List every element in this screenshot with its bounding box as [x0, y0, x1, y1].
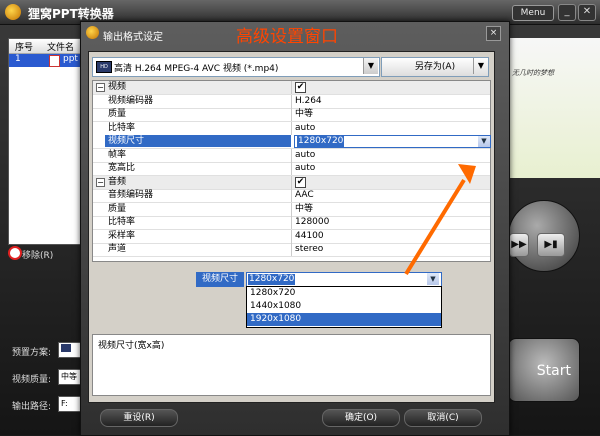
preset-value: 高清 H.264 MPEG-4 AVC 视频 (*.mp4): [114, 64, 279, 74]
property-category-row[interactable]: − 视频 ✔: [93, 81, 490, 95]
property-name: 宽高比: [108, 163, 136, 173]
size-option[interactable]: 1440x1080: [247, 300, 441, 313]
size-option[interactable]: 1280x720: [247, 287, 441, 300]
col-filename-header[interactable]: 文件名: [47, 40, 74, 53]
ppt-file-icon: [49, 55, 60, 67]
column-divider: [291, 121, 292, 135]
property-row[interactable]: 质量 中等: [93, 108, 490, 122]
property-value[interactable]: auto: [295, 149, 315, 162]
column-divider: [291, 243, 292, 256]
enable-checkbox[interactable]: ✔: [295, 176, 306, 188]
preview-area: [508, 38, 600, 178]
property-name: 视频编码器: [108, 95, 154, 106]
path-label: 输出路径:: [12, 402, 52, 412]
chevron-down-icon[interactable]: ▼: [478, 136, 490, 147]
column-divider: [291, 229, 292, 243]
zoom-size-value: 1280x720: [248, 274, 296, 285]
column-divider: [291, 94, 292, 108]
annotation-label: 高级设置窗口: [236, 27, 338, 47]
collapse-icon[interactable]: −: [96, 83, 105, 92]
property-value[interactable]: stereo: [295, 243, 323, 256]
next-button[interactable]: ▶▮: [537, 233, 565, 257]
arrow-shaft: [404, 178, 466, 276]
dialog-title: 输出格式设定: [103, 32, 163, 43]
cancel-button[interactable]: 取消(C): [404, 409, 482, 427]
size-option-label: 1440x1080: [250, 301, 302, 311]
property-value[interactable]: auto: [295, 122, 315, 135]
arrow-head: [458, 164, 476, 184]
property-name: 视频尺寸: [108, 136, 145, 146]
property-value[interactable]: 44100: [295, 230, 324, 243]
collapse-icon[interactable]: −: [96, 177, 105, 187]
save-as-dropdown-arrow-icon[interactable]: ▼: [473, 58, 488, 74]
reset-button[interactable]: 重设(R): [100, 409, 178, 427]
property-value[interactable]: H.264: [295, 95, 322, 108]
column-divider: [291, 108, 292, 121]
col-index-header[interactable]: 序号: [15, 40, 33, 53]
property-value[interactable]: 中等: [295, 108, 313, 121]
quality-label: 视频质量:: [12, 375, 52, 385]
property-name: 视频: [108, 82, 127, 92]
format-icon: [61, 344, 71, 352]
zoom-size-label: 视频尺寸: [196, 272, 244, 287]
close-button[interactable]: ✕: [578, 4, 596, 21]
size-option-label: 1280x720: [250, 288, 296, 298]
file-list-header: 序号 文件名: [9, 39, 81, 54]
property-name: 音频: [108, 176, 127, 187]
file-list[interactable]: 序号 文件名 1 ppt: [8, 38, 82, 245]
start-button[interactable]: Start: [508, 338, 580, 402]
column-divider: [291, 175, 292, 189]
preview-text: 无几时的梦想: [512, 69, 554, 77]
app-logo-icon: [5, 4, 21, 20]
app-title: 狸窝PPT转换器: [28, 7, 114, 21]
column-divider: [291, 189, 292, 202]
column-divider: [291, 216, 292, 229]
column-divider: [291, 162, 292, 175]
property-row[interactable]: 视频编码器 H.264: [93, 94, 490, 109]
property-name: 比特率: [108, 122, 136, 133]
property-name: 质量: [108, 109, 127, 119]
menu-button[interactable]: Menu: [512, 5, 554, 21]
property-row[interactable]: 视频尺寸 1280x720 ▼: [93, 135, 491, 149]
property-name-selected: 视频尺寸: [105, 135, 291, 147]
property-name: 声道: [108, 244, 127, 254]
size-option-label: 1920x1080: [250, 314, 302, 324]
property-name: 质量: [108, 203, 127, 214]
zoom-size-options[interactable]: 1280x720 1440x1080 1920x1080: [246, 286, 442, 328]
row-filename: ppt: [63, 54, 78, 64]
ok-button[interactable]: 确定(O): [322, 409, 400, 427]
property-row[interactable]: 比特率 auto: [93, 121, 490, 136]
remove-icon: [8, 246, 22, 260]
row-index: 1: [15, 54, 21, 64]
column-divider: [291, 81, 292, 94]
file-list-row[interactable]: 1 ppt: [9, 54, 81, 67]
property-name: 帧率: [108, 149, 127, 160]
remove-button[interactable]: 移除(R): [22, 248, 53, 261]
description-text: 视频尺寸(宽x高): [98, 341, 165, 351]
property-value[interactable]: 中等: [295, 203, 313, 216]
annotation-arrow: [404, 164, 476, 276]
preset-dropdown-arrow-icon[interactable]: ▼: [363, 58, 378, 74]
property-value: 1280x720: [297, 136, 345, 147]
column-divider: [291, 148, 292, 162]
forward-button[interactable]: ▶▶: [509, 233, 529, 257]
hd-video-icon: HD: [96, 61, 112, 73]
property-name: 比特率: [108, 217, 136, 227]
dialog-close-button[interactable]: ×: [486, 26, 501, 41]
property-value[interactable]: auto: [295, 162, 315, 175]
enable-checkbox[interactable]: ✔: [295, 82, 306, 93]
minimize-button[interactable]: _: [558, 4, 576, 21]
preset-label: 预置方案:: [12, 348, 52, 358]
property-name: 音频编码器: [108, 190, 154, 200]
property-name: 采样率: [108, 230, 136, 241]
dialog-logo-icon: [86, 26, 99, 39]
property-value[interactable]: 128000: [295, 216, 329, 229]
property-value[interactable]: AAC: [295, 189, 314, 202]
property-value-combo[interactable]: 1280x720 ▼: [294, 135, 491, 148]
size-option[interactable]: 1920x1080: [247, 313, 441, 326]
column-divider: [291, 202, 292, 216]
